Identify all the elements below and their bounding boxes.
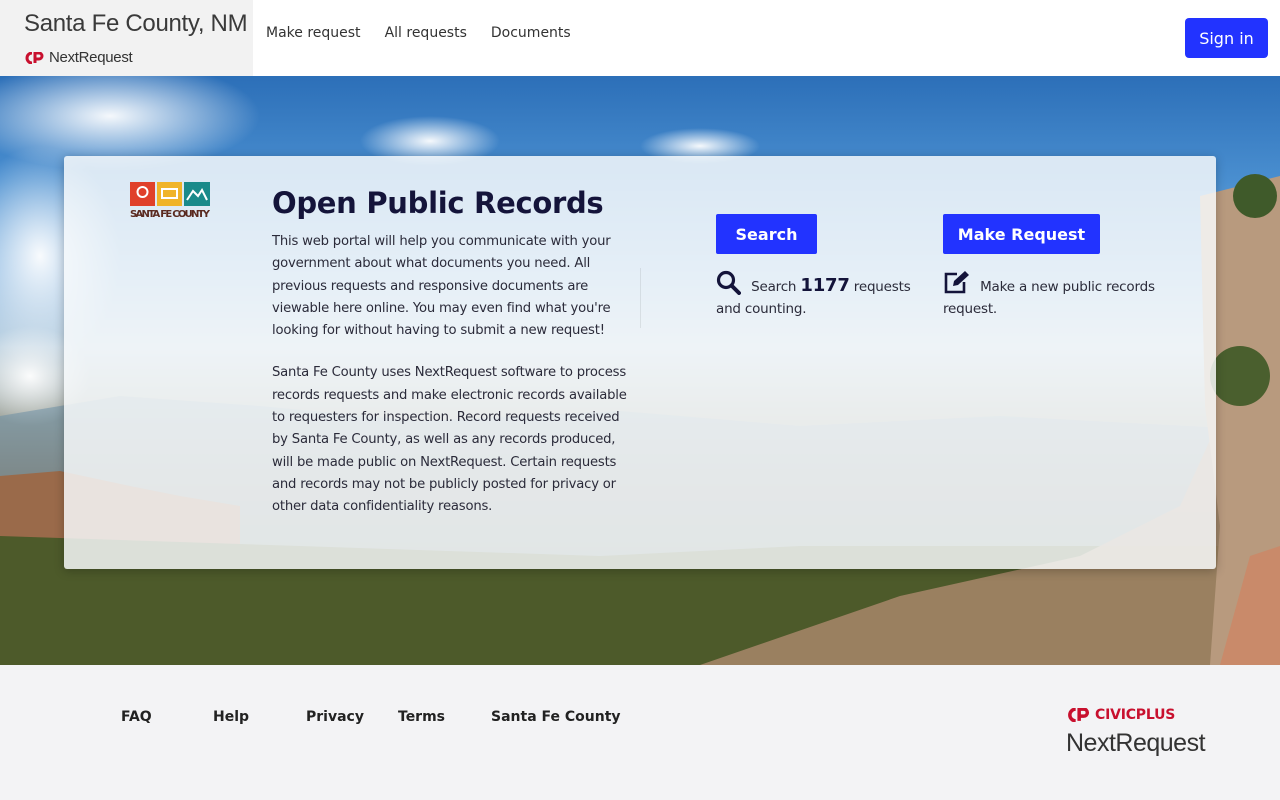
make-request-description: Make a new public records request. [943, 270, 1163, 320]
civicplus-logo-icon [25, 51, 44, 64]
footer-link-privacy[interactable]: Privacy [306, 709, 398, 725]
county-logo: SANTA FE COUNTY [130, 182, 210, 220]
brand-product-name: NextRequest [49, 49, 133, 66]
intro-paragraph-2: Santa Fe County uses NextRequest softwar… [272, 365, 627, 515]
make-request-desc: Make a new public records request. [943, 279, 1155, 317]
request-count: 1177 [800, 275, 850, 296]
footer-link-faq[interactable]: FAQ [121, 709, 213, 725]
main-nav: Make request All requests Documents [266, 25, 571, 41]
hero-section: SANTA FE COUNTY Open Public Records This… [0, 76, 1280, 665]
search-description: Search 1177 requests and counting. [716, 270, 916, 320]
civicplus-logo-icon [1068, 708, 1090, 722]
civicplus-text: CIVICPLUS [1095, 707, 1176, 723]
nav-documents[interactable]: Documents [491, 25, 571, 41]
site-footer: FAQ Help Privacy Terms Santa Fe County C… [0, 665, 1280, 800]
search-desc-prefix: Search [751, 279, 797, 295]
brand-block[interactable]: Santa Fe County, NM NextRequest [0, 0, 253, 76]
info-card: SANTA FE COUNTY Open Public Records This… [64, 156, 1216, 569]
make-request-button[interactable]: Make Request [943, 214, 1100, 254]
sign-in-button[interactable]: Sign in [1185, 18, 1268, 58]
site-header: Santa Fe County, NM NextRequest Make req… [0, 0, 1280, 76]
intro-text: This web portal will help you communicat… [272, 231, 627, 519]
site-title[interactable]: Santa Fe County, NM [24, 10, 248, 38]
footer-product-name: NextRequest [1066, 729, 1206, 757]
nextrequest-brand: NextRequest [24, 49, 133, 66]
nav-all-requests[interactable]: All requests [385, 25, 467, 41]
county-logo-text: SANTA FE COUNTY [130, 209, 210, 220]
edit-icon [944, 271, 969, 294]
footer-link-help[interactable]: Help [213, 709, 306, 725]
civicplus-brand[interactable]: CIVICPLUS [1066, 707, 1175, 723]
page-title: Open Public Records [272, 186, 604, 220]
search-button[interactable]: Search [716, 214, 817, 254]
column-divider [640, 268, 641, 328]
search-action: Search Search 1177 requests and counting… [716, 214, 916, 320]
make-request-action: Make Request Make a new public records r… [943, 214, 1163, 320]
footer-link-santa-fe-county[interactable]: Santa Fe County [491, 709, 621, 725]
intro-paragraph-1: This web portal will help you communicat… [272, 234, 611, 339]
nav-make-request[interactable]: Make request [266, 25, 361, 41]
footer-link-terms[interactable]: Terms [398, 709, 491, 725]
footer-links: FAQ Help Privacy Terms Santa Fe County [121, 709, 621, 725]
search-icon [716, 270, 741, 295]
